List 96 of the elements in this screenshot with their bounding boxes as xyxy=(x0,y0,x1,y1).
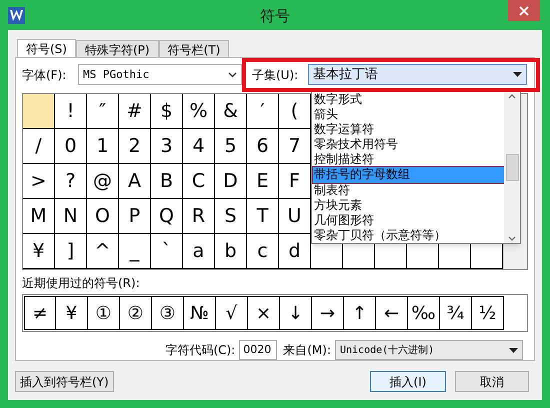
symbol-cell[interactable]: ″ xyxy=(87,94,119,129)
dropdown-option[interactable]: 控制描述符 xyxy=(313,152,504,168)
font-label: 字体(F): xyxy=(22,66,68,84)
symbol-cell[interactable]: Q xyxy=(151,198,183,234)
chevron-down-icon xyxy=(508,236,516,241)
symbol-cell[interactable]: 0 xyxy=(55,128,87,164)
recent-symbol-cell[interactable]: ¥ xyxy=(56,296,88,330)
symbol-cell[interactable]: a xyxy=(183,234,215,269)
symbol-cell[interactable]: M xyxy=(23,198,55,234)
symbol-cell[interactable]: ¥ xyxy=(23,234,55,269)
symbol-cell[interactable]: ′ xyxy=(247,94,279,129)
scrollbar[interactable] xyxy=(504,92,520,243)
recent-symbol-cell[interactable]: ↓ xyxy=(280,296,312,330)
symbol-cell[interactable]: 4 xyxy=(183,128,215,164)
encoding-select[interactable]: Unicode(十六进制) xyxy=(335,340,523,360)
symbol-cell[interactable]: ] xyxy=(55,234,87,269)
symbol-cell[interactable]: ! xyxy=(55,94,87,129)
recent-symbol-cell[interactable]: × xyxy=(248,296,280,330)
symbol-cell[interactable]: P xyxy=(119,198,151,234)
insert-button[interactable]: 插入(I) xyxy=(370,371,446,392)
symbol-cell[interactable]: > xyxy=(23,164,55,199)
dropdown-option[interactable]: 数字运算符 xyxy=(313,122,504,138)
subset-select[interactable]: 基本拉丁语 xyxy=(308,64,527,86)
symbol-cell[interactable] xyxy=(23,94,55,129)
close-icon xyxy=(519,6,529,16)
symbol-cell[interactable]: ` xyxy=(151,234,183,269)
symbol-cell[interactable]: c xyxy=(247,234,279,269)
cancel-button[interactable]: 取消 xyxy=(455,371,529,392)
char-code-label: 字符代码(C): xyxy=(165,342,236,359)
symbol-cell[interactable]: ^ xyxy=(87,234,119,269)
symbol-cell[interactable]: 2 xyxy=(119,128,151,164)
symbol-cell[interactable]: d xyxy=(279,234,311,269)
subset-label: 子集(U): xyxy=(252,66,300,84)
font-select[interactable]: MS PGothic xyxy=(78,64,242,86)
recent-symbol-cell[interactable]: ≠ xyxy=(24,296,56,330)
recent-symbol-cell[interactable]: ③ xyxy=(152,296,184,330)
symbol-cell[interactable]: 6 xyxy=(247,128,279,164)
recent-symbol-cell[interactable]: ½ xyxy=(472,296,504,330)
recent-symbol-cell[interactable]: ② xyxy=(120,296,152,330)
symbol-cell[interactable]: S xyxy=(215,198,247,234)
symbol-cell[interactable]: C xyxy=(183,164,215,199)
symbol-cell[interactable]: U xyxy=(279,198,311,234)
symbol-cell[interactable]: T xyxy=(247,198,279,234)
symbol-cell[interactable]: R xyxy=(183,198,215,234)
recent-symbol-cell[interactable]: ← xyxy=(376,296,408,330)
caret-icon xyxy=(513,72,522,78)
app-logo-icon xyxy=(8,6,25,24)
symbol-cell[interactable]: D xyxy=(215,164,247,199)
symbol-cell[interactable]: b xyxy=(215,234,247,269)
symbol-cell[interactable]: & xyxy=(215,94,247,129)
recent-symbol-cell[interactable]: ¾ xyxy=(440,296,472,330)
window-title: 符号 xyxy=(260,6,290,27)
from-label: 来自(M): xyxy=(283,342,331,359)
dropdown-option[interactable]: 零杂丁贝符（示意符等） xyxy=(313,228,504,243)
recent-symbol-cell[interactable]: ① xyxy=(88,296,120,330)
symbol-cell[interactable]: / xyxy=(23,128,55,164)
tab[interactable]: 特殊字符(P) xyxy=(76,40,159,57)
recent-symbol-cell[interactable]: ↑ xyxy=(344,296,376,330)
symbol-cell[interactable]: 5 xyxy=(215,128,247,164)
recent-symbol-cell[interactable]: √ xyxy=(216,296,248,330)
caret-icon xyxy=(509,348,518,352)
symbol-cell[interactable]: 7 xyxy=(279,128,311,164)
dropdown-option[interactable]: 零杂技术用符号 xyxy=(313,137,504,152)
dropdown-option[interactable]: 箭头 xyxy=(313,107,504,122)
insert-to-bar-button[interactable]: 插入到符号栏(Y) xyxy=(15,371,114,392)
symbol-cell[interactable]: B xyxy=(151,164,183,199)
symbol-cell[interactable]: F xyxy=(279,164,311,199)
recent-symbols-label: 近期使用过的符号(R): xyxy=(22,275,141,292)
dropdown-option[interactable]: 带括号的字母数组 xyxy=(313,167,504,183)
symbol-cell[interactable]: ? xyxy=(55,164,87,199)
symbol-cell[interactable]: N xyxy=(55,198,87,234)
chevron-down-icon xyxy=(228,72,237,78)
dropdown-option[interactable]: 方块元素 xyxy=(313,198,504,213)
symbol-cell[interactable]: % xyxy=(183,94,215,129)
symbol-cell[interactable]: 3 xyxy=(151,128,183,164)
symbol-cell[interactable]: _ xyxy=(119,234,151,269)
tab[interactable]: 符号(S) xyxy=(17,39,76,58)
dropdown-option[interactable]: 制表符 xyxy=(313,182,504,198)
symbol-cell[interactable]: # xyxy=(119,94,151,129)
dropdown-option[interactable]: 几何图形符 xyxy=(313,212,504,228)
close-button[interactable] xyxy=(508,0,540,21)
symbol-cell[interactable]: E xyxy=(247,164,279,199)
scrollbar-thumb[interactable] xyxy=(506,154,518,181)
symbol-cell[interactable]: A xyxy=(119,164,151,199)
symbol-cell[interactable]: @ xyxy=(87,164,119,199)
char-code-field[interactable]: 0020 xyxy=(239,340,278,360)
symbol-cell[interactable]: ( xyxy=(279,94,311,129)
tab[interactable]: 符号栏(T) xyxy=(158,40,230,57)
chevron-up-icon xyxy=(508,94,516,99)
symbol-cell[interactable]: $ xyxy=(151,94,183,129)
recent-symbol-cell[interactable]: → xyxy=(312,296,344,330)
symbol-cell[interactable]: 1 xyxy=(87,128,119,164)
recent-symbol-cell[interactable]: № xyxy=(184,296,216,330)
dropdown-option[interactable]: 数字形式 xyxy=(313,92,504,108)
symbol-cell[interactable]: O xyxy=(87,198,119,234)
recent-symbol-cell[interactable]: ‰ xyxy=(408,296,440,330)
